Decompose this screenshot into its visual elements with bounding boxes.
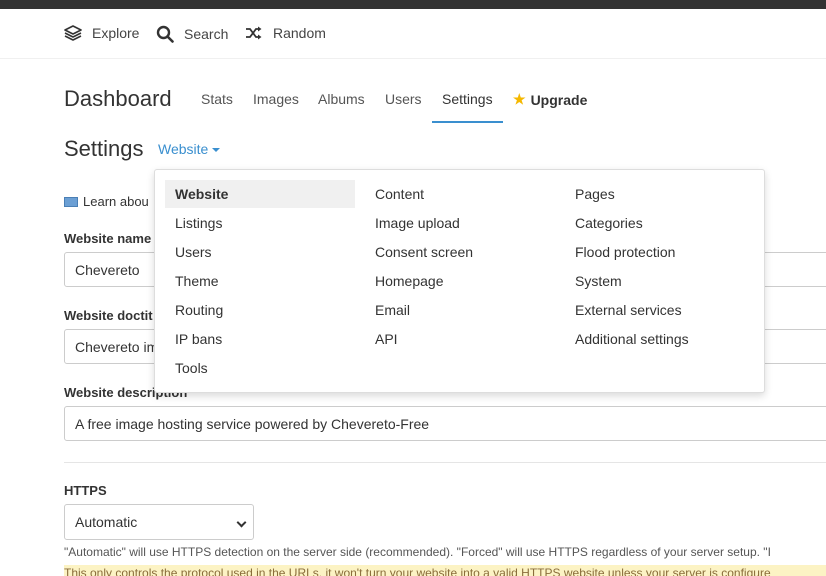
menu-item-system[interactable]: System <box>565 267 755 295</box>
shuffle-icon <box>246 26 262 40</box>
book-icon <box>64 196 78 207</box>
menu-item-additional-settings[interactable]: Additional settings <box>565 325 755 353</box>
menu-item-image-upload[interactable]: Image upload <box>365 209 555 237</box>
menu-item-categories[interactable]: Categories <box>565 209 755 237</box>
menu-item-pages[interactable]: Pages <box>565 180 755 208</box>
learn-more-label: Learn abou <box>83 194 149 209</box>
menu-item-tools[interactable]: Tools <box>165 354 355 382</box>
menu-item-listings[interactable]: Listings <box>165 209 355 237</box>
menu-item-website[interactable]: Website <box>165 180 355 208</box>
chevron-down-icon <box>236 517 247 528</box>
explore-link[interactable]: Explore <box>64 25 139 41</box>
caret-down-icon <box>212 148 221 153</box>
menu-item-routing[interactable]: Routing <box>165 296 355 324</box>
website-doctitle-label: Website doctit <box>64 308 153 323</box>
https-help-text: "Automatic" will use HTTPS detection on … <box>64 545 771 559</box>
tab-stats[interactable]: Stats <box>201 91 233 107</box>
search-label: Search <box>184 26 229 42</box>
upgrade-label: Upgrade <box>530 91 588 108</box>
upgrade-link[interactable]: ★ Upgrade <box>513 91 587 108</box>
star-icon: ★ <box>513 91 526 107</box>
menu-item-content[interactable]: Content <box>365 180 555 208</box>
settings-section-label: Website <box>158 141 209 157</box>
menu-item-ip-bans[interactable]: IP bans <box>165 325 355 353</box>
random-link[interactable]: Random <box>245 25 326 41</box>
menu-item-api[interactable]: API <box>365 325 555 353</box>
menu-item-external-services[interactable]: External services <box>565 296 755 324</box>
website-description-field[interactable]: A free image hosting service powered by … <box>64 406 826 441</box>
website-name-label: Website name <box>64 231 152 246</box>
menu-item-flood-protection[interactable]: Flood protection <box>565 238 755 266</box>
menu-item-homepage[interactable]: Homepage <box>365 267 555 295</box>
learn-more-link[interactable]: Learn abou <box>64 194 149 209</box>
search-link[interactable]: Search <box>156 25 228 43</box>
settings-heading: Settings <box>64 136 144 161</box>
website-doctitle-value: Chevereto im <box>75 339 159 355</box>
layers-icon <box>64 25 82 41</box>
https-warning-text: This only controls the protocol used in … <box>64 565 826 576</box>
random-label: Random <box>273 25 326 41</box>
https-selected-value: Automatic <box>75 514 138 530</box>
active-tab-indicator <box>432 121 503 123</box>
https-select[interactable]: Automatic <box>64 504 254 540</box>
menu-item-consent-screen[interactable]: Consent screen <box>365 238 555 266</box>
tab-albums[interactable]: Albums <box>318 91 365 107</box>
tab-settings[interactable]: Settings <box>442 91 493 107</box>
settings-section-dropdown[interactable]: Website <box>158 141 221 157</box>
tab-users[interactable]: Users <box>385 91 422 107</box>
menu-item-email[interactable]: Email <box>365 296 555 324</box>
website-name-value: Chevereto <box>75 262 140 278</box>
website-description-value: A free image hosting service powered by … <box>75 416 430 432</box>
settings-section-menu: Website Listings Users Theme Routing IP … <box>154 169 765 393</box>
menu-item-users[interactable]: Users <box>165 238 355 266</box>
https-label: HTTPS <box>64 483 107 498</box>
page-title: Dashboard <box>64 86 172 111</box>
top-bar <box>0 0 826 9</box>
explore-label: Explore <box>92 25 140 41</box>
tab-images[interactable]: Images <box>253 91 299 107</box>
search-icon <box>156 25 174 43</box>
top-navigation: Explore Search Random <box>0 9 826 59</box>
divider <box>64 462 826 463</box>
menu-item-theme[interactable]: Theme <box>165 267 355 295</box>
